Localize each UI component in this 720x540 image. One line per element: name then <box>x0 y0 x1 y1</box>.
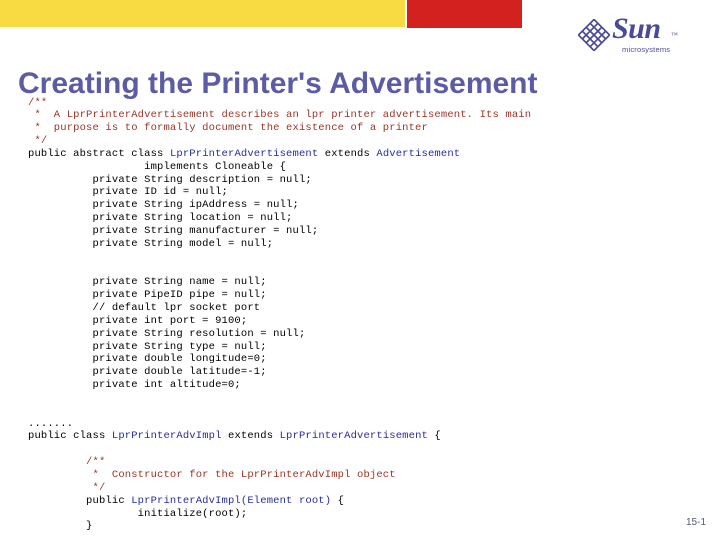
code-text: private String description = null; <box>28 173 312 186</box>
sun-microsystems-logo: Sun ™ microsystems <box>578 12 688 59</box>
code-text: } <box>28 520 93 533</box>
code-text: private PipeID pipe = null; <box>28 289 267 302</box>
code-line: /** <box>28 97 700 110</box>
java-code-block: /** * A LprPrinterAdvertisement describe… <box>28 97 700 534</box>
code-comment: /** <box>28 456 106 469</box>
code-line: * A LprPrinterAdvertisement describes an… <box>28 109 700 122</box>
code-line: /** <box>28 456 700 469</box>
code-text: private int port = 9100; <box>28 314 248 327</box>
code-line: public abstract class LprPrinterAdvertis… <box>28 148 700 161</box>
code-text: public class <box>28 430 112 443</box>
code-line: private String type = null; <box>28 341 700 354</box>
code-text: private ID id = null; <box>28 186 228 199</box>
code-line: private int altitude=0; <box>28 379 700 392</box>
code-line: private String name = null; <box>28 276 700 289</box>
code-text: private double latitude=-1; <box>28 366 267 379</box>
code-text: private String location = null; <box>28 212 293 225</box>
code-text: private String manufacturer = null; <box>28 224 319 237</box>
header-bar-red <box>407 0 522 28</box>
page-number: 15-1 <box>685 517 706 528</box>
code-text: private double longitude=0; <box>28 353 267 366</box>
code-text: extends <box>221 430 280 443</box>
header-bar-yellow <box>0 0 405 27</box>
code-text: private String name = null; <box>28 276 267 289</box>
code-line: private double latitude=-1; <box>28 366 700 379</box>
code-comment: * purpose is to formally document the ex… <box>28 122 428 135</box>
code-comment: * A LprPrinterAdvertisement describes an… <box>28 109 532 122</box>
code-text: private String resolution = null; <box>28 327 306 340</box>
code-text: private String model = null; <box>28 237 274 250</box>
code-line: private int port = 9100; <box>28 315 700 328</box>
trademark-symbol: ™ <box>671 31 678 39</box>
code-line: implements Cloneable { <box>28 161 700 174</box>
code-line: private String resolution = null; <box>28 328 700 341</box>
code-class-name: LprPrinterAdvImpl(Element root) <box>131 494 332 507</box>
code-text: public abstract class <box>28 147 170 160</box>
code-line: * Constructor for the LprPrinterAdvImpl … <box>28 469 700 482</box>
code-comment: * Constructor for the LprPrinterAdvImpl … <box>28 468 396 481</box>
code-class-name: LprPrinterAdvertisement <box>169 147 319 160</box>
code-comment: */ <box>28 481 106 494</box>
code-line: private ID id = null; <box>28 186 700 199</box>
code-line: public LprPrinterAdvImpl(Element root) { <box>28 495 700 508</box>
code-text: { <box>427 430 441 443</box>
code-text: private String type = null; <box>28 340 267 353</box>
code-text: ....... <box>28 417 74 430</box>
code-text: private int altitude=0; <box>28 379 241 392</box>
code-line: private String description = null; <box>28 174 700 187</box>
code-line: initialize(root); <box>28 508 700 521</box>
code-class-name: LprPrinterAdvImpl <box>111 430 222 443</box>
code-line: */ <box>28 482 700 495</box>
code-line: private String manufacturer = null; <box>28 225 700 238</box>
code-line: } <box>28 520 700 533</box>
code-text: implements Cloneable { <box>28 160 287 173</box>
code-comment: */ <box>28 135 48 148</box>
code-line: private PipeID pipe = null; <box>28 289 700 302</box>
code-line: private String model = null; <box>28 238 700 251</box>
code-line: */ <box>28 135 700 148</box>
code-comment: /** <box>28 96 48 109</box>
code-line: * purpose is to formally document the ex… <box>28 122 700 135</box>
code-line: private String location = null; <box>28 212 700 225</box>
code-text: initialize(root); <box>28 507 248 520</box>
code-class-name: LprPrinterAdvertisement <box>279 430 428 443</box>
code-text: // default lpr socket port <box>28 302 261 314</box>
microsystems-subtext: microsystems <box>622 45 671 54</box>
code-line: private double longitude=0; <box>28 353 700 366</box>
sun-wordmark: Sun <box>612 12 661 45</box>
code-text: { <box>331 494 345 507</box>
code-line: public class LprPrinterAdvImpl extends L… <box>28 430 700 443</box>
code-line: ....... <box>28 418 700 431</box>
code-line: // default lpr socket port <box>28 302 700 315</box>
code-text: public <box>28 494 132 507</box>
code-text: private String ipAddress = null; <box>28 199 299 212</box>
code-class-name: Advertisement <box>376 147 461 160</box>
code-text: extends <box>318 147 377 160</box>
code-line: private String ipAddress = null; <box>28 199 700 212</box>
sun-diamond-mark <box>578 19 610 51</box>
